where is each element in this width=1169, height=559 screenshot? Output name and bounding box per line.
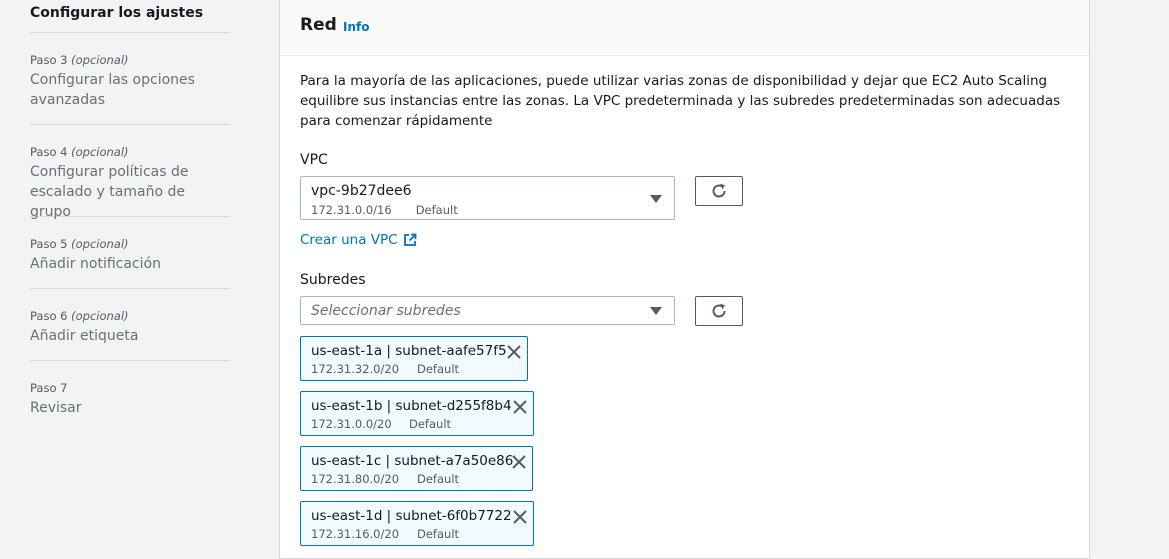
caret-down-icon [650,195,662,203]
step-number: Paso 5 [30,237,68,251]
info-link[interactable]: Info [343,20,369,34]
step-number: Paso 4 [30,145,68,159]
remove-subnet-icon[interactable] [512,399,528,415]
subnet-token-tag: Default [417,472,460,486]
create-vpc-label: Crear una VPC [300,232,398,248]
panel-header: Red Info [280,0,1089,56]
create-vpc-link[interactable]: Crear una VPC [300,232,417,248]
subnet-token-cidr: 172.31.16.0/20 [311,527,400,541]
subnet-token-name: us-east-1c | subnet-a7a50e86 [311,453,514,469]
step-7[interactable]: Paso 7 Revisar [30,361,230,433]
step-title: Añadir etiqueta [30,328,139,344]
network-panel: Red Info Para la mayoría de las aplicaci… [279,0,1090,559]
step-4[interactable]: Paso 4 (opcional) Configurar políticas d… [30,125,230,220]
step-title: Revisar [30,400,82,416]
step-optional: (opcional) [71,237,129,251]
subnet-token-name: us-east-1a | subnet-aafe57f5 [311,343,507,359]
subnets-refresh-button[interactable] [695,296,743,326]
remove-subnet-icon[interactable] [506,344,522,360]
step-optional: (opcional) [71,145,129,159]
vpc-cidr: 172.31.0.0/16 [311,203,392,217]
vpc-label: VPC [300,152,328,168]
step-title: Configurar políticas de escalado y tamañ… [30,164,189,220]
step-optional: (opcional) [71,53,129,67]
subnet-token: us-east-1c | subnet-a7a50e86 172.31.80.0… [300,446,533,491]
remove-subnet-icon[interactable] [511,454,527,470]
step-title: Añadir notificación [30,256,161,272]
subnet-token: us-east-1b | subnet-d255f8b4 172.31.0.0/… [300,391,534,436]
subnets-placeholder: Seleccionar subredes [311,303,461,319]
refresh-icon [712,303,726,318]
external-link-icon [403,233,416,246]
caret-down-icon [650,307,662,315]
current-step: Configurar los ajustes [30,0,230,33]
vpc-default-tag: Default [415,203,458,217]
step-number: Paso 7 [30,381,68,395]
subnet-token: us-east-1d | subnet-6f0b7722 172.31.16.0… [300,501,534,546]
subnet-token-name: us-east-1b | subnet-d255f8b4 [311,398,512,414]
vpc-refresh-button[interactable] [695,176,743,206]
subnet-token-tag: Default [417,527,460,541]
network-description: Para la mayoría de las aplicaciones, pue… [300,73,1061,129]
step-5[interactable]: Paso 5 (opcional) Añadir notificación [30,217,230,289]
step-title: Configurar las opciones avanzadas [30,72,195,108]
subnet-token-cidr: 172.31.80.0/20 [311,472,400,486]
step-3[interactable]: Paso 3 (opcional) Configurar las opcione… [30,33,230,125]
vpc-select[interactable]: vpc-9b27dee6 172.31.0.0/16 Default [300,176,675,220]
subnet-token-name: us-east-1d | subnet-6f0b7722 [311,508,512,524]
subnet-token: us-east-1a | subnet-aafe57f5 172.31.32.0… [300,336,528,381]
refresh-icon [712,183,726,198]
step-number: Paso 3 [30,53,68,67]
subnet-token-cidr: 172.31.32.0/20 [311,362,400,376]
subnets-select[interactable]: Seleccionar subredes [300,296,675,325]
subnet-token-tag: Default [409,417,452,431]
step-optional: (opcional) [71,309,129,323]
remove-subnet-icon[interactable] [512,509,528,525]
step-6[interactable]: Paso 6 (opcional) Añadir etiqueta [30,289,230,361]
subnet-token-tag: Default [417,362,460,376]
subnet-token-cidr: 172.31.0.0/20 [311,417,392,431]
vpc-value: vpc-9b27dee6 [311,183,412,199]
current-step-title: Configurar los ajustes [30,5,204,21]
panel-title: Red [300,15,337,35]
wizard-steps-nav: Configurar los ajustes Paso 3 (opcional)… [30,0,230,433]
step-number: Paso 6 [30,309,68,323]
subnets-label: Subredes [300,272,366,288]
